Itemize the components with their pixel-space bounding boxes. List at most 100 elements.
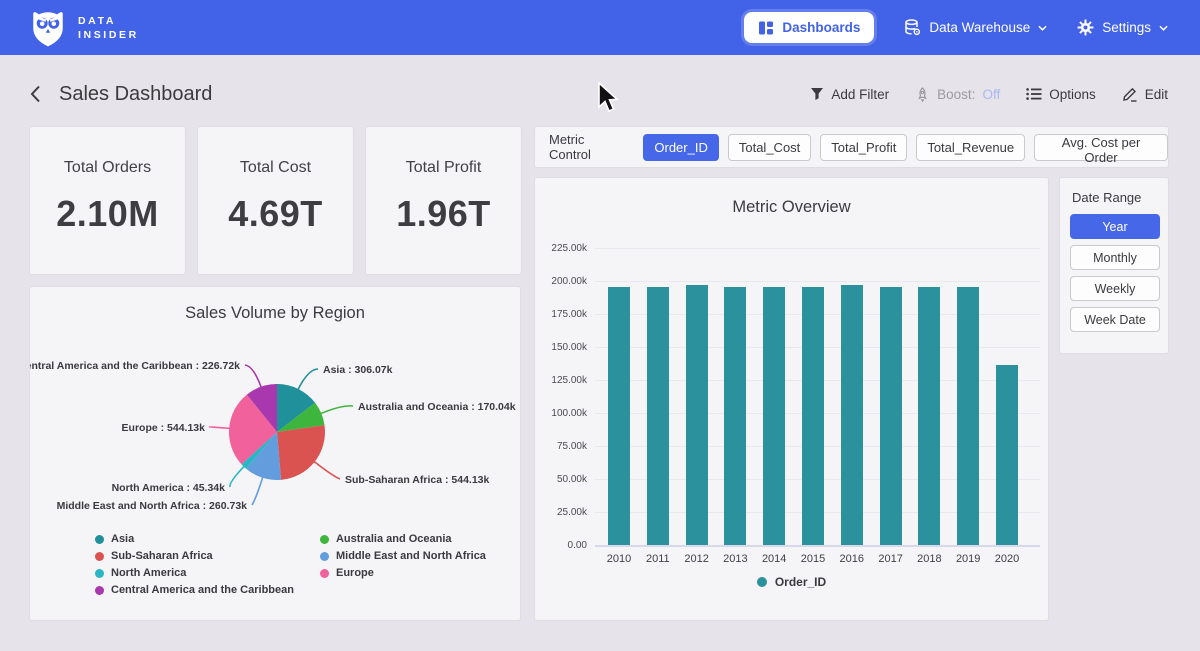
kpi-card-total-profit: Total Profit1.96T <box>366 127 521 274</box>
metric-chip-total-cost[interactable]: Total_Cost <box>728 134 811 161</box>
bar-2014[interactable] <box>763 287 785 545</box>
boost-status: Off <box>982 87 1000 102</box>
pie-chart-title: Sales Volume by Region <box>30 287 520 323</box>
bar-2019[interactable] <box>957 287 979 545</box>
subheader: Sales Dashboard Add Filter Boost: Off <box>0 72 1200 116</box>
legend-item-north-america[interactable]: North America <box>95 567 294 579</box>
data-warehouse-label: Data Warehouse <box>929 20 1030 35</box>
y-axis-tick: 100.00k <box>535 408 587 419</box>
boost-toggle[interactable]: Boost: Off <box>915 87 1000 102</box>
bar-chart-plot: 0.0025.00k50.00k75.00k100.00k125.00k150.… <box>535 178 1048 620</box>
x-axis-tick: 2020 <box>987 553 1027 565</box>
x-axis-tick: 2015 <box>793 553 833 565</box>
kpi-value: 2.10M <box>56 193 159 235</box>
brand-logo[interactable]: DATA INSIDER <box>30 8 139 48</box>
pie-leader-line <box>210 427 231 429</box>
pie-leader-line <box>230 465 245 487</box>
bar-2015[interactable] <box>802 287 824 545</box>
date-range-buttons: Year Monthly Weekly Week Date <box>1070 214 1160 332</box>
kpi-value: 4.69T <box>228 193 323 235</box>
x-axis-line <box>595 545 1040 547</box>
back-button[interactable] <box>26 81 45 107</box>
legend-label: Middle East and North Africa <box>336 550 486 562</box>
metric-control-label: Metric Control <box>549 132 629 162</box>
settings-menu[interactable]: Settings <box>1077 19 1168 36</box>
metric-chip-order-id[interactable]: Order_ID <box>643 134 718 161</box>
date-range-monthly[interactable]: Monthly <box>1070 245 1160 270</box>
legend-label: Europe <box>336 567 374 579</box>
kpi-card-total-orders: Total Orders 2.10M <box>30 127 185 274</box>
filter-funnel-icon <box>810 87 824 101</box>
add-filter-button[interactable]: Add Filter <box>810 87 889 102</box>
date-range-year[interactable]: Year <box>1070 214 1160 239</box>
x-axis-tick: 2010 <box>599 553 639 565</box>
pie-label: North America : 45.34k <box>112 482 226 494</box>
kpi-label: Total Cost <box>240 159 311 177</box>
legend-item-sub-saharan-africa[interactable]: Sub-Saharan Africa <box>95 550 294 562</box>
x-axis-tick: 2012 <box>677 553 717 565</box>
pie-label: Asia : 306.07k <box>323 364 393 376</box>
page-title: Sales Dashboard <box>59 83 212 106</box>
pie-leader-line <box>245 365 262 389</box>
legend-label: Asia <box>111 533 134 545</box>
chevron-down-icon <box>1038 25 1047 31</box>
legend-label: Central America and the Caribbean <box>111 584 294 596</box>
metric-control-bar: Metric Control Order_ID Total_Cost Total_P… <box>535 127 1168 167</box>
dashboards-button[interactable]: Dashboards <box>744 12 874 43</box>
date-range-week-date[interactable]: Week Date <box>1070 307 1160 332</box>
options-button[interactable]: Options <box>1026 87 1096 102</box>
x-axis-tick: 2017 <box>871 553 911 565</box>
pie-slice-sub-saharan-africa[interactable] <box>277 425 325 480</box>
x-axis-tick: 2016 <box>832 553 872 565</box>
bar-2018[interactable] <box>918 287 940 545</box>
edit-button[interactable]: Edit <box>1122 86 1168 102</box>
y-axis-tick: 125.00k <box>535 375 587 386</box>
date-range-label: Date Range <box>1072 190 1160 205</box>
legend-dot <box>757 577 767 587</box>
bar-2010[interactable] <box>608 287 630 545</box>
bar-2012[interactable] <box>686 285 708 545</box>
data-warehouse-menu[interactable]: Data Warehouse <box>904 19 1047 36</box>
x-axis-tick: 2018 <box>909 553 949 565</box>
date-range-weekly[interactable]: Weekly <box>1070 276 1160 301</box>
pie-leader-line <box>297 369 318 391</box>
kpi-card-total-cost: Total Cost 4.69T <box>198 127 353 274</box>
bar-2017[interactable] <box>880 287 902 545</box>
bar-2020[interactable] <box>996 365 1018 545</box>
legend-dot <box>95 586 104 595</box>
legend-dot <box>320 552 329 561</box>
kpi-label: Total Orders <box>64 159 151 177</box>
legend-item-central-america-and-the-caribbean[interactable]: Central America and the Caribbean <box>95 584 294 596</box>
dashboards-label: Dashboards <box>782 20 860 35</box>
bar-chart-legend[interactable]: Order_ID <box>535 575 1048 589</box>
metric-overview-card: Metric Overview 0.0025.00k50.00k75.00k10… <box>535 178 1048 620</box>
pie-label: Central America and the Caribbean : 226.… <box>30 360 240 372</box>
rocket-icon <box>915 87 930 102</box>
legend-item-middle-east-and-north-africa[interactable]: Middle East and North Africa <box>320 550 486 562</box>
metric-chip-avg-cost-per-order[interactable]: Avg. Cost per Order <box>1034 134 1168 161</box>
x-axis-tick: 2013 <box>715 553 755 565</box>
legend-item-australia-and-oceania[interactable]: Australia and Oceania <box>320 533 486 545</box>
y-axis-tick: 50.00k <box>535 474 587 485</box>
date-range-card: Date Range Year Monthly Weekly Week Date <box>1060 178 1168 353</box>
metric-chip-total-revenue[interactable]: Total_Revenue <box>916 134 1025 161</box>
legend-column: Australia and Oceania Middle East and Nor… <box>320 533 486 596</box>
bar-2013[interactable] <box>724 287 746 545</box>
gridline <box>595 281 1040 282</box>
legend-label: Australia and Oceania <box>336 533 452 545</box>
chevron-left-icon <box>30 85 41 103</box>
pie-leader-line <box>252 476 263 505</box>
x-axis-tick: 2014 <box>754 553 794 565</box>
legend-label: Sub-Saharan Africa <box>111 550 213 562</box>
legend-item-asia[interactable]: Asia <box>95 533 294 545</box>
bar-2016[interactable] <box>841 285 863 545</box>
bar-2011[interactable] <box>647 287 669 545</box>
x-axis-tick: 2011 <box>638 553 678 565</box>
metric-chip-total-profit[interactable]: Total_Profit <box>820 134 907 161</box>
x-axis-tick: 2019 <box>948 553 988 565</box>
legend-item-europe[interactable]: Europe <box>320 567 486 579</box>
y-axis-tick: 75.00k <box>535 441 587 452</box>
chevron-down-icon <box>1159 25 1168 31</box>
y-axis-tick: 225.00k <box>535 243 587 254</box>
pie-leader-line <box>313 461 340 479</box>
